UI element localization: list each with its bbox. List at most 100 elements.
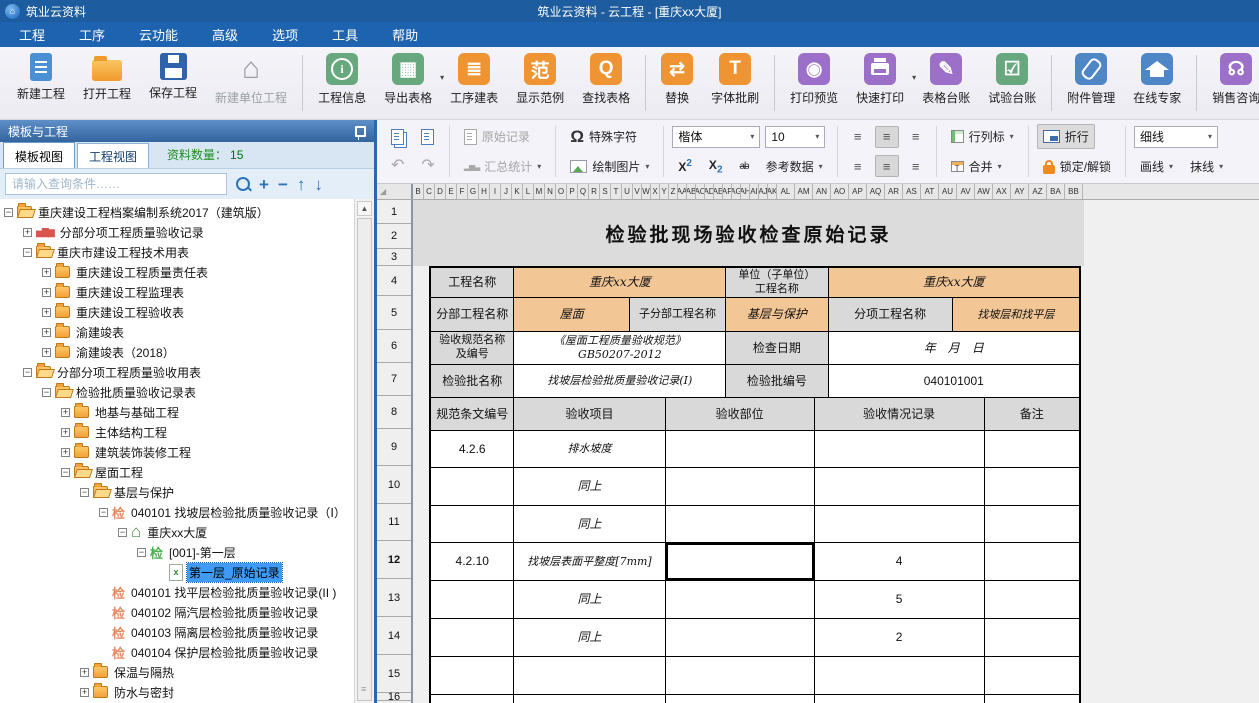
tree-item-label[interactable]: 屋面工程 bbox=[93, 463, 145, 482]
expand-toggle-icon[interactable]: + bbox=[42, 308, 51, 317]
draw-line-button[interactable]: 画线▾ bbox=[1134, 154, 1179, 179]
row-header-10[interactable]: 10 bbox=[377, 466, 411, 504]
save-project-button[interactable]: 保存工程 bbox=[140, 53, 206, 101]
table-cell[interactable] bbox=[985, 468, 1079, 506]
tab-template-view[interactable]: 模板视图 bbox=[3, 142, 75, 168]
tree-item-label[interactable]: 基层与保护 bbox=[112, 483, 176, 502]
column-header-AR[interactable]: AR bbox=[885, 184, 903, 199]
table-cell[interactable]: 年 月 日 bbox=[829, 332, 1079, 365]
move-down-button[interactable]: ↓ bbox=[314, 176, 323, 193]
tree-item[interactable]: −基层与保护 bbox=[0, 482, 354, 502]
table-cell[interactable] bbox=[431, 695, 514, 703]
menu-item-5[interactable]: 工具 bbox=[315, 21, 375, 48]
table-cell[interactable] bbox=[431, 468, 514, 506]
table-cell[interactable] bbox=[985, 431, 1079, 468]
tree-item[interactable]: − 屋面工程 bbox=[0, 462, 354, 482]
collapse-toggle-icon[interactable]: − bbox=[4, 208, 13, 217]
row-header-5[interactable]: 5 bbox=[377, 296, 411, 330]
column-header-AA[interactable]: AA bbox=[678, 184, 687, 199]
table-cell[interactable]: 验收规范名称 及编号 bbox=[431, 332, 514, 365]
column-header-AS[interactable]: AS bbox=[903, 184, 921, 199]
table-cell[interactable] bbox=[666, 431, 815, 468]
tree-item-label[interactable]: 主体结构工程 bbox=[93, 423, 169, 442]
align-center-button[interactable]: ≡ bbox=[875, 155, 899, 177]
search-input[interactable] bbox=[5, 173, 227, 195]
row-header-13[interactable]: 13 bbox=[377, 579, 411, 617]
tree-item[interactable]: +重庆建设工程质量责任表 bbox=[0, 262, 354, 282]
column-header-AH[interactable]: AH bbox=[741, 184, 750, 199]
menu-item-2[interactable]: 云功能 bbox=[122, 21, 195, 48]
selected-cell[interactable] bbox=[666, 543, 815, 581]
column-header-AW[interactable]: AW bbox=[975, 184, 993, 199]
table-cell[interactable]: 同上 bbox=[514, 581, 665, 619]
line-weight-select[interactable]: 细线▾ bbox=[1134, 126, 1218, 148]
tree-item-label[interactable]: 分部分项工程质量验收记录 bbox=[58, 223, 206, 242]
find-table-button[interactable]: Q查找表格 bbox=[573, 53, 639, 106]
valign-bottom-button[interactable]: ≡ bbox=[904, 126, 928, 148]
tree-item-label[interactable]: 重庆建设工程档案编制系统2017（建筑版） bbox=[36, 203, 271, 222]
column-header-C[interactable]: C bbox=[424, 184, 435, 199]
column-header-AG[interactable]: AG bbox=[732, 184, 741, 199]
replace-button[interactable]: ⇄替换 bbox=[652, 53, 702, 106]
column-header-AC[interactable]: AC bbox=[696, 184, 705, 199]
column-header-R[interactable]: R bbox=[589, 184, 600, 199]
tree-item-label[interactable]: 渝建竣表 bbox=[74, 323, 126, 342]
tree-item[interactable]: − 重庆建设工程档案编制系统2017（建筑版） bbox=[0, 202, 354, 222]
undo-button[interactable]: ↶ bbox=[385, 155, 410, 177]
tree-item-label[interactable]: 渝建竣表（2018） bbox=[74, 343, 177, 362]
table-cell[interactable]: 重庆xx大厦 bbox=[829, 268, 1079, 298]
process-table-button[interactable]: ≣工序建表 bbox=[441, 53, 507, 106]
column-header-V[interactable]: V bbox=[633, 184, 642, 199]
tree-item-label[interactable]: 重庆市建设工程技术用表 bbox=[55, 243, 191, 262]
column-header-AD[interactable]: AD bbox=[705, 184, 714, 199]
search-icon[interactable] bbox=[236, 177, 250, 191]
wrap-text-button[interactable]: 折行 bbox=[1037, 124, 1095, 149]
table-cell[interactable]: 同上 bbox=[514, 619, 665, 657]
column-header-T[interactable]: T bbox=[611, 184, 622, 199]
column-header-E[interactable]: E bbox=[446, 184, 457, 199]
tree-item[interactable]: +渝建竣表（2018） bbox=[0, 342, 354, 362]
tree-item[interactable]: +主体结构工程 bbox=[0, 422, 354, 442]
row-header-15[interactable]: 15 bbox=[377, 655, 411, 693]
column-header-AT[interactable]: AT bbox=[921, 184, 939, 199]
tree-item-label[interactable]: 重庆建设工程监理表 bbox=[74, 283, 186, 302]
move-up-button[interactable]: ↑ bbox=[297, 176, 306, 193]
collapse-node-button[interactable]: − bbox=[278, 176, 288, 193]
table-cell[interactable]: 同上 bbox=[514, 506, 665, 543]
column-header-BB[interactable]: BB bbox=[1065, 184, 1083, 199]
column-header-AO[interactable]: AO bbox=[831, 184, 849, 199]
row-header-3[interactable]: 3 bbox=[377, 249, 411, 266]
table-cell[interactable] bbox=[666, 468, 815, 506]
erase-line-button[interactable]: 抹线▾ bbox=[1184, 154, 1229, 179]
valign-top-button[interactable]: ≡ bbox=[846, 126, 870, 148]
tree-item[interactable]: 第一层_原始记录 bbox=[0, 562, 354, 582]
lock-unlock-button[interactable]: 锁定/解锁 bbox=[1037, 154, 1117, 179]
table-cell[interactable]: 4.2.10 bbox=[431, 543, 514, 581]
table-cell[interactable]: 屋面 bbox=[514, 298, 629, 332]
table-cell[interactable] bbox=[431, 619, 514, 657]
new-project-button[interactable]: 新建工程 bbox=[8, 53, 74, 102]
tree-item[interactable]: +防水与密封 bbox=[0, 682, 354, 702]
tree-item[interactable]: 检040102 隔汽层检验批质量验收记录 bbox=[0, 602, 354, 622]
table-cell[interactable]: 找坡层和找平层 bbox=[953, 298, 1079, 332]
collapse-toggle-icon[interactable]: − bbox=[61, 468, 70, 477]
menu-item-1[interactable]: 工序 bbox=[62, 21, 122, 48]
tree-item-label[interactable]: 040101 找坡层检验批质量验收记录（Ⅰ） bbox=[129, 503, 348, 522]
table-cell[interactable] bbox=[815, 695, 985, 703]
attachment-manage-button[interactable]: 附件管理 bbox=[1058, 53, 1124, 106]
table-cell[interactable] bbox=[514, 657, 665, 695]
special-char-button[interactable]: Ω特殊字符 bbox=[564, 123, 643, 151]
expand-node-button[interactable]: + bbox=[259, 176, 269, 193]
table-cell[interactable] bbox=[666, 619, 815, 657]
open-project-button[interactable]: 打开工程 bbox=[74, 53, 140, 102]
tree-item-label[interactable]: 重庆xx大厦 bbox=[145, 523, 209, 542]
expand-toggle-icon[interactable]: + bbox=[80, 688, 89, 697]
print-preview-button[interactable]: ◉打印预览 bbox=[781, 53, 847, 106]
online-expert-button[interactable]: 在线专家 bbox=[1124, 53, 1190, 106]
sheet-canvas[interactable]: 检验批现场验收检查原始记录 工程名称重庆xx大厦单位（子单位） 工程名称重庆xx… bbox=[413, 200, 1259, 703]
table-cell[interactable] bbox=[815, 431, 985, 468]
tree-item[interactable]: +渝建竣表 bbox=[0, 322, 354, 342]
collapse-toggle-icon[interactable]: − bbox=[42, 388, 51, 397]
table-cell[interactable]: 检查日期 bbox=[726, 332, 828, 365]
column-header-O[interactable]: O bbox=[556, 184, 567, 199]
